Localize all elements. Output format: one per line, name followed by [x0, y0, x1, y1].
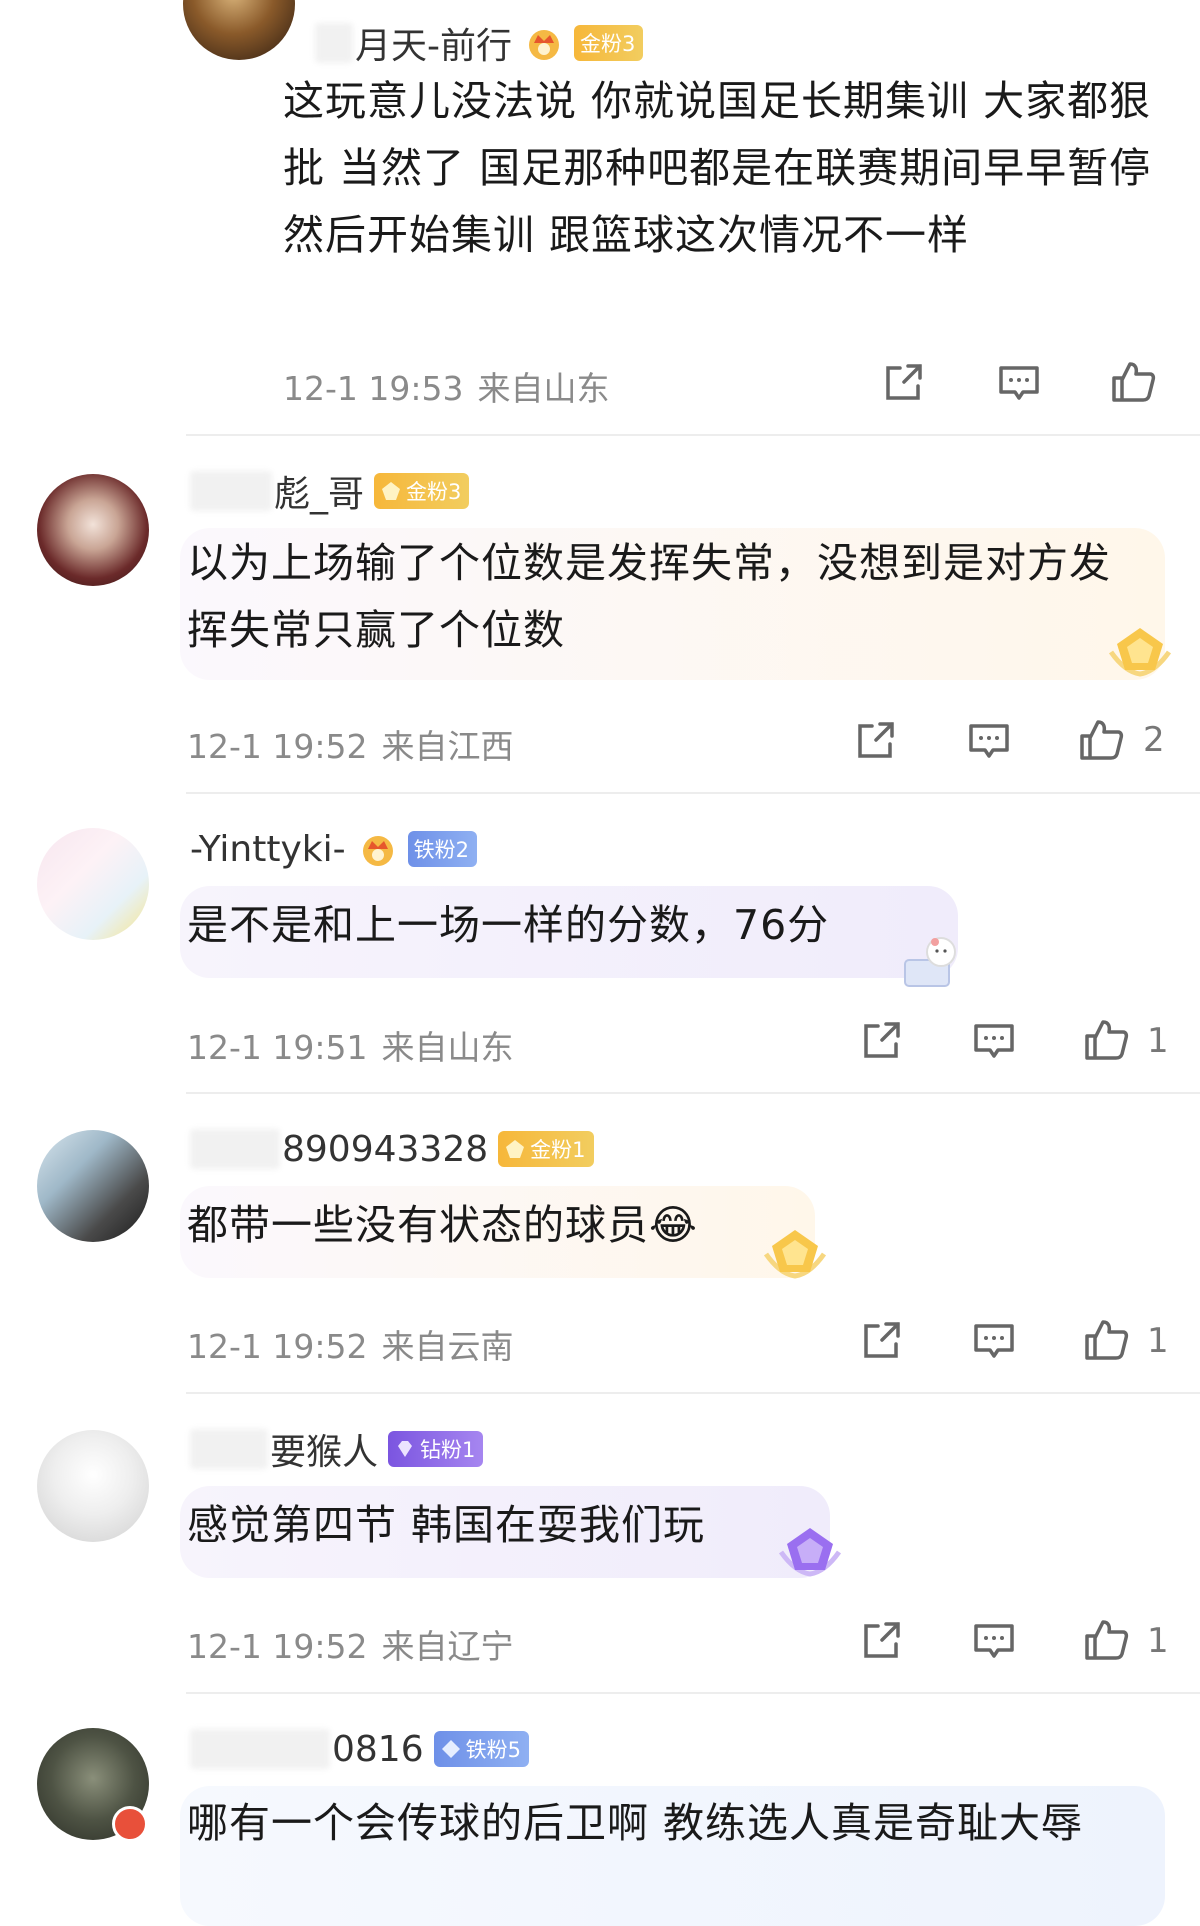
crown-icon	[362, 836, 393, 866]
divider	[186, 792, 1200, 794]
comment-meta: 12-1 19:52 来自江西	[187, 720, 514, 768]
fan-badge: 金粉3	[574, 25, 644, 61]
fan-badge: 铁粉5	[433, 1731, 529, 1767]
comment-icon[interactable]	[971, 1618, 1017, 1664]
location: 来自江西	[381, 727, 514, 766]
comment-text: 是不是和上一场一样的分数，76分	[187, 901, 830, 949]
badge-gem-icon	[441, 1740, 460, 1758]
like-icon[interactable]	[1110, 358, 1156, 404]
share-icon[interactable]	[858, 1618, 904, 1664]
divider	[186, 1392, 1200, 1394]
comment-text: 这玩意儿没法说 你就说国足长期集训 大家都狠批 当然了 国足那种吧都是在联赛期间…	[283, 77, 1152, 259]
fan-badge: 金粉3	[374, 473, 470, 509]
comment-meta: 12-1 19:52 来自辽宁	[187, 1620, 514, 1668]
username[interactable]: 彪_哥 金粉3	[190, 466, 470, 516]
fan-badge: 钻粉1	[388, 1431, 484, 1467]
username[interactable]: 0816 铁粉5	[190, 1724, 529, 1774]
comment-meta: 12-1 19:51 来自山东	[187, 1021, 514, 1069]
like-count: 1	[1147, 1321, 1169, 1361]
location: 来自云南	[381, 1327, 514, 1366]
comment-meta: 12-1 19:53 来自山东	[283, 362, 610, 410]
comment-icon[interactable]	[996, 360, 1042, 406]
share-icon[interactable]	[858, 1018, 904, 1064]
timestamp: 12-1 19:51	[187, 1028, 368, 1067]
location: 来自山东	[477, 369, 610, 408]
comment-text: 都带一些没有状态的球员😂	[187, 1201, 698, 1249]
gold-medal-icon	[1108, 628, 1172, 677]
blurred-name	[190, 471, 272, 511]
blurred-name	[190, 1429, 268, 1469]
username[interactable]: 月天-前行 金粉3	[315, 18, 644, 68]
username[interactable]: 要猴人 钻粉1	[190, 1424, 484, 1474]
fan-badge: 金粉1	[498, 1131, 594, 1167]
like-icon[interactable]	[1083, 1316, 1129, 1362]
comment-icon[interactable]	[971, 1018, 1017, 1064]
badge-gem-icon	[506, 1140, 525, 1158]
comment-text: 哪有一个会传球的后卫啊 教练选人真是奇耻大辱	[187, 1799, 1084, 1847]
gift-cat-icon	[904, 937, 956, 987]
crown-icon	[529, 30, 559, 60]
location: 来自辽宁	[381, 1627, 514, 1666]
blurred-name	[190, 1129, 280, 1169]
comment-text: 感觉第四节 韩国在耍我们玩	[187, 1501, 706, 1549]
verified-icon	[112, 1806, 148, 1842]
comment-meta: 12-1 19:52 来自云南	[187, 1320, 514, 1368]
comment-icon[interactable]	[971, 1318, 1017, 1364]
like-icon[interactable]	[1083, 1016, 1129, 1062]
badge-diamond-icon	[398, 1441, 413, 1457]
like-count: 1	[1147, 1021, 1169, 1061]
comment-text: 以为上场输了个位数是发挥失常，没想到是对方发挥失常只赢了个位数	[187, 539, 1111, 654]
timestamp: 12-1 19:53	[283, 369, 464, 408]
like-count: 2	[1143, 720, 1165, 760]
badge-gem-icon	[382, 482, 401, 500]
avatar[interactable]	[37, 1430, 149, 1542]
username[interactable]: 890943328 金粉1	[190, 1124, 594, 1174]
diamond-medal-icon	[778, 1528, 842, 1577]
timestamp: 12-1 19:52	[187, 1627, 368, 1666]
comment-icon[interactable]	[966, 718, 1012, 764]
blurred-name	[315, 23, 353, 63]
location: 来自山东	[381, 1028, 514, 1067]
share-icon[interactable]	[852, 718, 898, 764]
divider	[186, 434, 1200, 436]
timestamp: 12-1 19:52	[187, 727, 368, 766]
username[interactable]: -Yinttyki- 铁粉2	[190, 824, 477, 874]
like-icon[interactable]	[1083, 1616, 1129, 1662]
divider	[186, 1092, 1200, 1094]
like-count: 1	[1147, 1621, 1169, 1661]
timestamp: 12-1 19:52	[187, 1327, 368, 1366]
fan-badge: 铁粉2	[407, 831, 477, 867]
gold-medal-icon	[763, 1230, 827, 1279]
blurred-name	[190, 1729, 330, 1769]
avatar[interactable]	[37, 828, 149, 940]
share-icon[interactable]	[858, 1318, 904, 1364]
divider	[186, 1692, 1200, 1694]
avatar[interactable]	[37, 474, 149, 586]
avatar[interactable]	[37, 1130, 149, 1242]
share-icon[interactable]	[880, 360, 926, 406]
avatar[interactable]	[183, 0, 295, 60]
like-icon[interactable]	[1078, 716, 1124, 762]
